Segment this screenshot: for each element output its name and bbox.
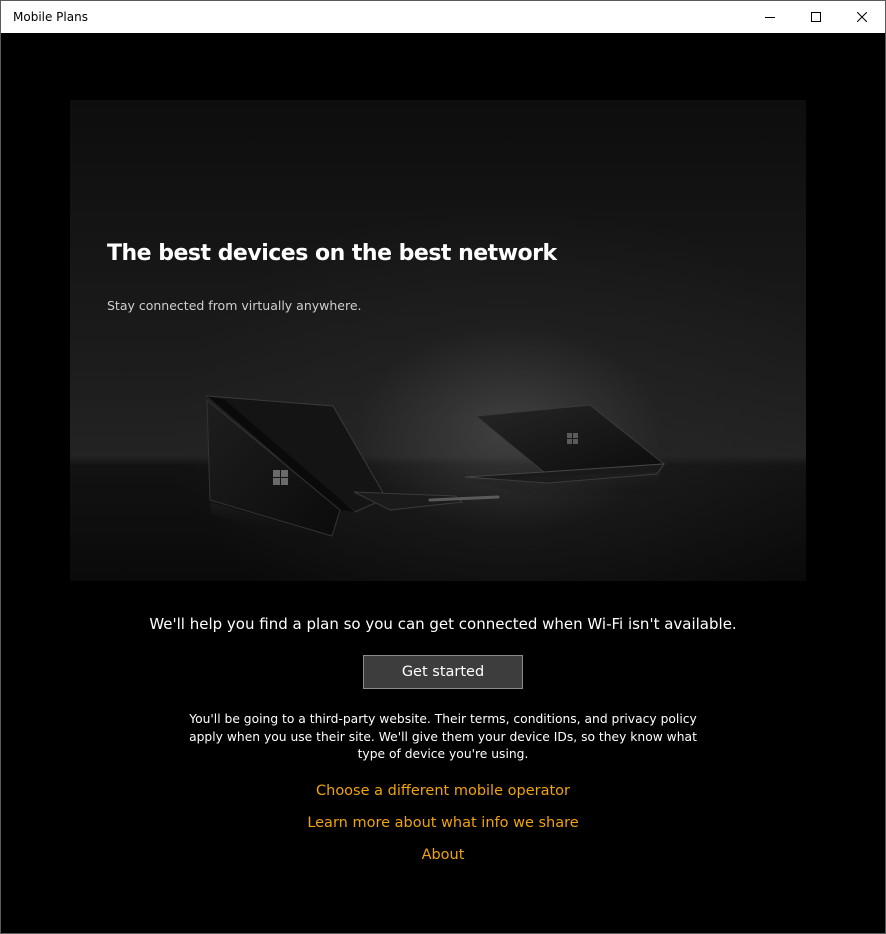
devices-image	[205, 395, 666, 548]
minimize-icon	[765, 17, 775, 18]
tagline-text: We'll help you find a plan so you can ge…	[149, 615, 737, 633]
maximize-icon	[811, 12, 821, 22]
close-icon	[857, 12, 867, 22]
hero-subtitle: Stay connected from virtually anywhere.	[107, 298, 362, 313]
about-link-row: About	[1, 847, 885, 863]
get-started-button[interactable]: Get started	[363, 655, 523, 689]
title-bar[interactable]: Mobile Plans	[1, 1, 885, 33]
tablet-device	[205, 395, 500, 548]
laptop-device	[464, 404, 666, 500]
third-party-disclaimer: You'll be going to a third-party website…	[189, 712, 697, 761]
choose-operator-link-row: Choose a different mobile operator	[1, 783, 885, 799]
about-link[interactable]: About	[422, 847, 465, 863]
learn-more-link-row: Learn more about what info we share	[1, 815, 885, 831]
app-window: Mobile Plans The best devices on the bes…	[0, 0, 886, 934]
window-title: Mobile Plans	[13, 10, 88, 24]
maximize-button[interactable]	[793, 1, 839, 33]
close-button[interactable]	[839, 1, 885, 33]
minimize-button[interactable]	[747, 1, 793, 33]
choose-operator-link[interactable]: Choose a different mobile operator	[316, 783, 570, 799]
hero-title: The best devices on the best network	[107, 241, 557, 266]
learn-more-link[interactable]: Learn more about what info we share	[307, 815, 578, 831]
hero-banner: The best devices on the best network Sta…	[70, 100, 806, 581]
